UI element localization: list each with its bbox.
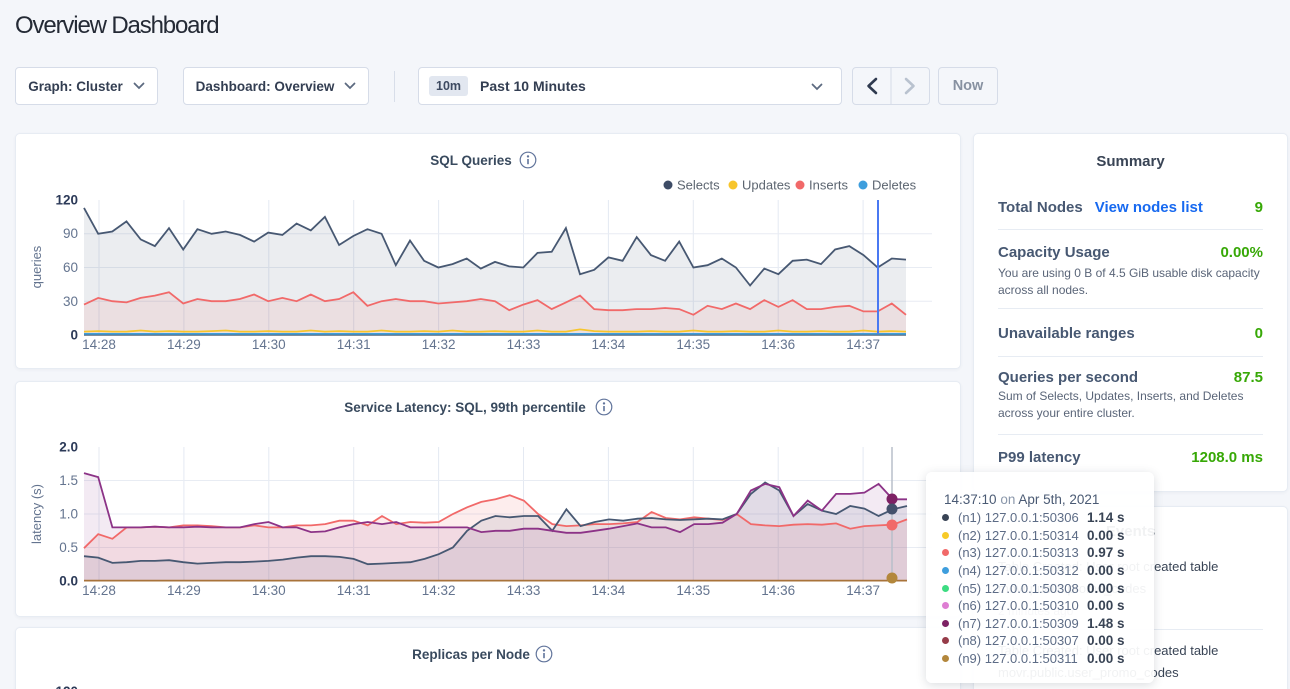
svg-text:14:33: 14:33 — [507, 337, 541, 352]
svg-text:1.5: 1.5 — [59, 473, 78, 488]
svg-text:latency (s): latency (s) — [29, 484, 44, 544]
svg-text:60: 60 — [63, 260, 78, 275]
svg-text:14:28: 14:28 — [82, 337, 116, 352]
svg-text:2.0: 2.0 — [59, 440, 78, 455]
svg-text:120: 120 — [55, 193, 78, 208]
svg-text:14:30: 14:30 — [252, 337, 286, 352]
svg-text:14:32: 14:32 — [422, 337, 456, 352]
svg-text:14:35: 14:35 — [676, 337, 710, 352]
svg-text:0: 0 — [70, 328, 78, 343]
svg-text:Updates: Updates — [742, 178, 791, 193]
svg-text:14:32: 14:32 — [422, 583, 456, 598]
svg-text:Replicas per Node: Replicas per Node — [412, 647, 530, 662]
svg-text:SQL Queries: SQL Queries — [430, 153, 512, 168]
svg-text:14:37: 14:37 — [846, 583, 880, 598]
svg-text:14:29: 14:29 — [167, 337, 201, 352]
svg-text:90: 90 — [63, 226, 78, 241]
svg-text:14:28: 14:28 — [82, 583, 116, 598]
svg-text:120: 120 — [55, 684, 78, 689]
svg-text:0.0: 0.0 — [59, 574, 78, 589]
svg-text:1.0: 1.0 — [59, 507, 78, 522]
svg-text:14:37: 14:37 — [846, 337, 880, 352]
svg-text:14:34: 14:34 — [592, 583, 626, 598]
svg-text:14:35: 14:35 — [676, 583, 710, 598]
svg-text:Inserts: Inserts — [809, 178, 849, 193]
svg-text:Deletes: Deletes — [872, 178, 917, 193]
svg-text:14:31: 14:31 — [337, 583, 371, 598]
svg-text:14:30: 14:30 — [252, 583, 286, 598]
svg-text:14:36: 14:36 — [761, 337, 795, 352]
svg-text:0.5: 0.5 — [59, 540, 78, 555]
svg-text:14:36: 14:36 — [761, 583, 795, 598]
svg-text:14:33: 14:33 — [507, 583, 541, 598]
svg-text:queries: queries — [29, 245, 44, 288]
svg-text:14:31: 14:31 — [337, 337, 371, 352]
svg-text:30: 30 — [63, 294, 78, 309]
svg-text:Service Latency: SQL, 99th per: Service Latency: SQL, 99th percentile — [344, 400, 586, 415]
svg-text:14:34: 14:34 — [592, 337, 626, 352]
svg-text:Selects: Selects — [677, 178, 720, 193]
svg-text:14:29: 14:29 — [167, 583, 201, 598]
